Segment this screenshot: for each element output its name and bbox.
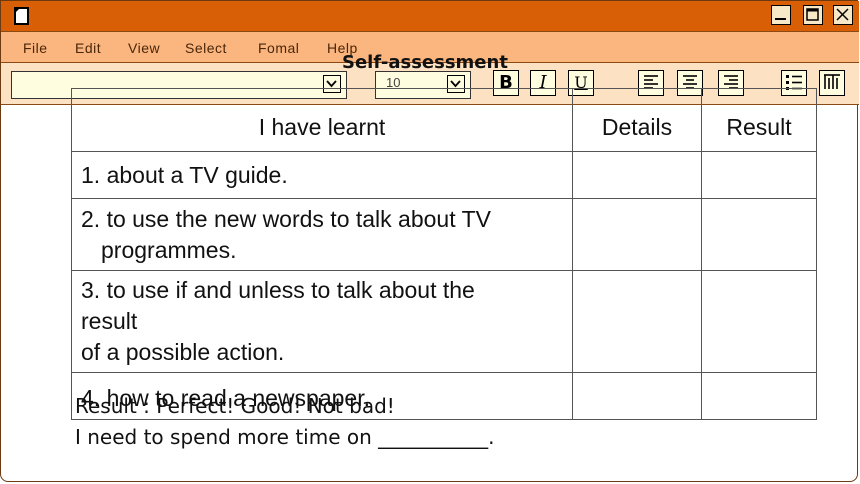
maximize-button[interactable]: [803, 5, 823, 25]
row-1-text: 1. about a TV guide.: [71, 151, 573, 199]
header-i-have-learnt: I have learnt: [71, 88, 573, 152]
row-2-text: 2. to use the new words to talk about TV…: [71, 198, 573, 271]
maximize-icon: [806, 8, 819, 21]
row-2-details-cell[interactable]: [572, 198, 702, 271]
row-4-details-cell[interactable]: [572, 372, 702, 420]
row-3-line-2: result: [81, 308, 138, 334]
document-icon: [14, 7, 29, 25]
minimize-button[interactable]: [771, 5, 791, 25]
menu-view[interactable]: View: [128, 40, 160, 56]
header-result: Result: [701, 88, 817, 152]
row-3-details-cell[interactable]: [572, 270, 702, 373]
row-3-line-3: of a possible action.: [81, 339, 285, 365]
row-3-text: 3. to use if and unless to talk about th…: [71, 270, 573, 373]
row-4-result-cell[interactable]: [701, 372, 817, 420]
app-window: File Edit View Select Fomal Help 10 B I …: [0, 0, 859, 482]
table-row: 3. to use if and unless to talk about th…: [71, 270, 817, 373]
row-1-result-cell[interactable]: [701, 151, 817, 199]
result-scale-text: Result : Perfect! Good! Not bad!: [75, 394, 395, 418]
row-2-result-cell[interactable]: [701, 198, 817, 271]
menu-edit[interactable]: Edit: [75, 40, 101, 56]
menu-fomal[interactable]: Fomal: [258, 40, 299, 56]
row-3-line-1: 3. to use if and unless to talk about th…: [81, 277, 475, 303]
columns-icon: [824, 74, 840, 89]
close-button[interactable]: [833, 5, 853, 25]
close-icon: [836, 8, 849, 21]
table-row: 1. about a TV guide.: [71, 151, 817, 199]
columns-button[interactable]: [819, 70, 845, 96]
minimize-icon: [775, 18, 786, 20]
row-1-details-cell[interactable]: [572, 151, 702, 199]
page-heading: Self-assessment: [342, 52, 508, 73]
row-2-line-2: programmes.: [101, 236, 237, 263]
header-details: Details: [572, 88, 702, 152]
table-row: 2. to use the new words to talk about TV…: [71, 198, 817, 271]
table-header-row: I have learnt Details Result: [71, 88, 817, 152]
self-assessment-table: I have learnt Details Result 1. about a …: [71, 88, 817, 420]
title-bar: [1, 1, 859, 31]
menu-file[interactable]: File: [23, 40, 48, 56]
menu-select[interactable]: Select: [185, 40, 227, 56]
row-3-result-cell[interactable]: [701, 270, 817, 373]
need-more-time-text: I need to spend more time on ___________…: [75, 425, 495, 449]
row-2-line-1: 2. to use the new words to talk about TV: [81, 205, 491, 232]
